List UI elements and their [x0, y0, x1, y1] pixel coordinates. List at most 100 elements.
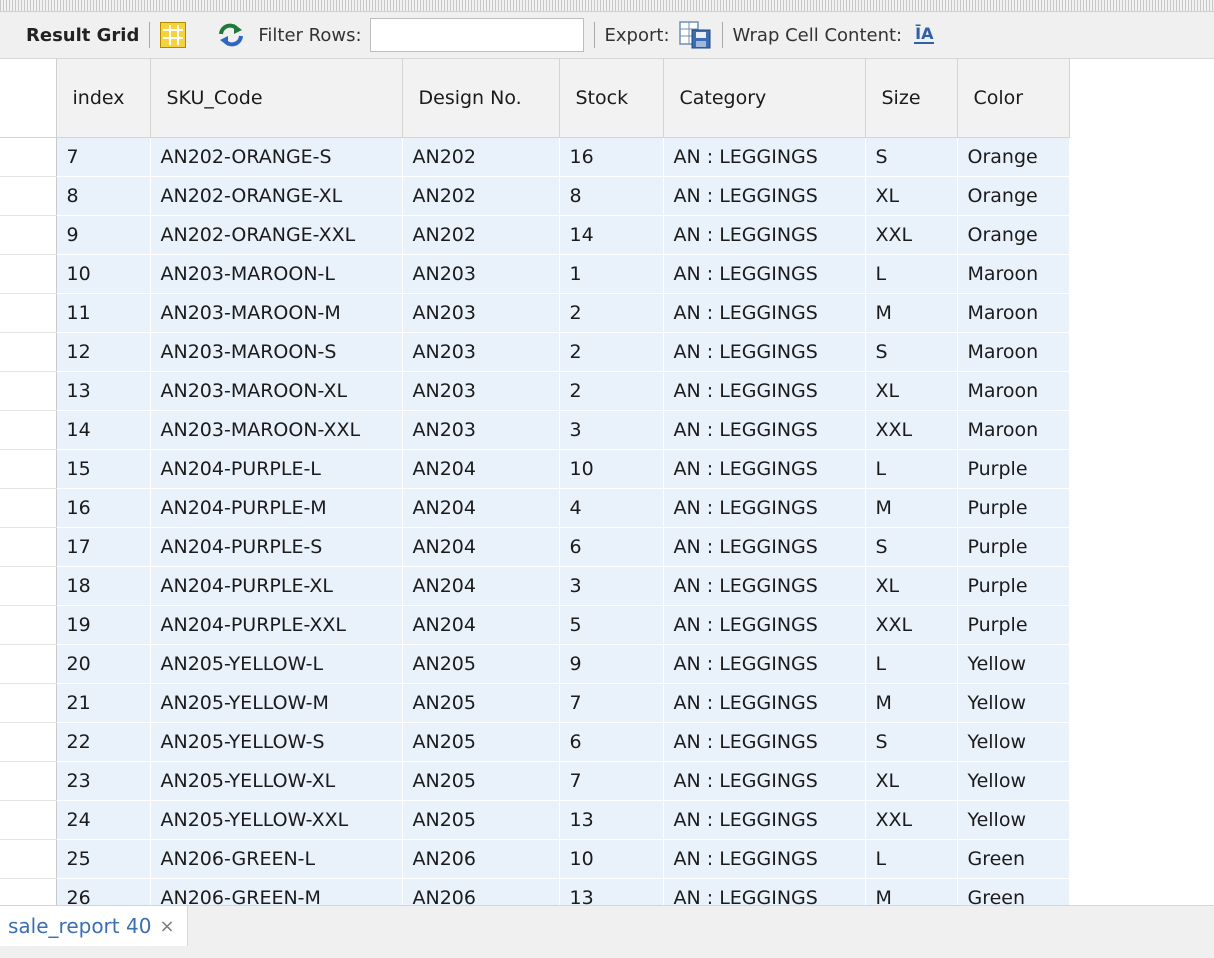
table-row[interactable]: 18 AN204-PURPLE-XL AN204 3 AN : LEGGINGS XL Pu… [0, 566, 1070, 606]
row-gutter[interactable] [0, 293, 57, 333]
cell-index[interactable]: 15 [56, 449, 151, 489]
column-header-index[interactable]: index [56, 59, 151, 138]
row-gutter[interactable] [0, 566, 57, 606]
cell-sku-code[interactable]: AN205-YELLOW-S [150, 722, 403, 762]
cell-category[interactable]: AN : LEGGINGS [663, 176, 866, 216]
cell-design-no[interactable]: AN203 [402, 410, 560, 450]
cell-sku-code[interactable]: AN205-YELLOW-M [150, 683, 403, 723]
table-row[interactable]: 22 AN205-YELLOW-S AN205 6 AN : LEGGINGS S Yell… [0, 722, 1070, 762]
cell-category[interactable]: AN : LEGGINGS [663, 293, 866, 333]
result-grid[interactable]: index SKU_Code Design No. Stock Category… [0, 59, 1214, 905]
table-row[interactable]: 8 AN202-ORANGE-XL AN202 8 AN : LEGGINGS XL Ora… [0, 176, 1070, 216]
cell-color[interactable]: Maroon [957, 254, 1070, 294]
cell-index[interactable]: 20 [56, 644, 151, 684]
cell-index[interactable]: 26 [56, 878, 151, 905]
cell-index[interactable]: 12 [56, 332, 151, 372]
cell-sku-code[interactable]: AN203-MAROON-M [150, 293, 403, 333]
filter-rows-input[interactable] [369, 18, 584, 52]
cell-size[interactable]: S [865, 137, 958, 177]
close-icon[interactable]: × [159, 916, 174, 937]
row-gutter[interactable] [0, 527, 57, 567]
row-gutter[interactable] [0, 800, 57, 840]
cell-category[interactable]: AN : LEGGINGS [663, 449, 866, 489]
cell-index[interactable]: 22 [56, 722, 151, 762]
cell-design-no[interactable]: AN206 [402, 839, 560, 879]
cell-category[interactable]: AN : LEGGINGS [663, 215, 866, 255]
cell-design-no[interactable]: AN205 [402, 644, 560, 684]
cell-stock[interactable]: 16 [559, 137, 664, 177]
cell-size[interactable]: L [865, 839, 958, 879]
row-gutter[interactable] [0, 722, 57, 762]
cell-category[interactable]: AN : LEGGINGS [663, 683, 866, 723]
cell-category[interactable]: AN : LEGGINGS [663, 371, 866, 411]
row-gutter[interactable] [0, 605, 57, 645]
row-gutter[interactable] [0, 683, 57, 723]
wrap-cell-content-icon[interactable]: ĪA [914, 26, 935, 44]
cell-design-no[interactable]: AN202 [402, 137, 560, 177]
cell-size[interactable]: L [865, 254, 958, 294]
cell-color[interactable]: Maroon [957, 410, 1070, 450]
table-row[interactable]: 14 AN203-MAROON-XXL AN203 3 AN : LEGGINGS XXL… [0, 410, 1070, 450]
cell-sku-code[interactable]: AN202-ORANGE-S [150, 137, 403, 177]
cell-size[interactable]: XXL [865, 215, 958, 255]
cell-sku-code[interactable]: AN205-YELLOW-XXL [150, 800, 403, 840]
table-row[interactable]: 17 AN204-PURPLE-S AN204 6 AN : LEGGINGS S Purp… [0, 527, 1070, 567]
cell-stock[interactable]: 3 [559, 566, 664, 606]
cell-stock[interactable]: 13 [559, 878, 664, 905]
row-gutter[interactable] [0, 839, 57, 879]
cell-category[interactable]: AN : LEGGINGS [663, 527, 866, 567]
table-row[interactable]: 25 AN206-GREEN-L AN206 10 AN : LEGGINGS L Gree… [0, 839, 1070, 879]
column-header-design-no[interactable]: Design No. [402, 59, 560, 138]
cell-size[interactable]: XXL [865, 410, 958, 450]
cell-size[interactable]: S [865, 332, 958, 372]
cell-design-no[interactable]: AN205 [402, 683, 560, 723]
cell-color[interactable]: Purple [957, 488, 1070, 528]
cell-index[interactable]: 18 [56, 566, 151, 606]
cell-design-no[interactable]: AN202 [402, 176, 560, 216]
cell-size[interactable]: M [865, 293, 958, 333]
cell-size[interactable]: XL [865, 371, 958, 411]
table-row[interactable]: 20 AN205-YELLOW-L AN205 9 AN : LEGGINGS L Yell… [0, 644, 1070, 684]
cell-sku-code[interactable]: AN203-MAROON-S [150, 332, 403, 372]
cell-category[interactable]: AN : LEGGINGS [663, 839, 866, 879]
cell-category[interactable]: AN : LEGGINGS [663, 254, 866, 294]
cell-design-no[interactable]: AN205 [402, 800, 560, 840]
cell-index[interactable]: 14 [56, 410, 151, 450]
table-row[interactable]: 12 AN203-MAROON-S AN203 2 AN : LEGGINGS S Maro… [0, 332, 1070, 372]
cell-sku-code[interactable]: AN204-PURPLE-XL [150, 566, 403, 606]
row-gutter[interactable] [0, 254, 57, 294]
cell-stock[interactable]: 13 [559, 800, 664, 840]
cell-size[interactable]: XXL [865, 605, 958, 645]
column-header-color[interactable]: Color [957, 59, 1070, 138]
cell-color[interactable]: Orange [957, 137, 1070, 177]
result-grid-label[interactable]: Result Grid [26, 25, 139, 46]
cell-color[interactable]: Green [957, 878, 1070, 905]
cell-index[interactable]: 16 [56, 488, 151, 528]
cell-stock[interactable]: 7 [559, 683, 664, 723]
row-gutter[interactable] [0, 371, 57, 411]
cell-sku-code[interactable]: AN203-MAROON-XL [150, 371, 403, 411]
cell-design-no[interactable]: AN203 [402, 254, 560, 294]
cell-size[interactable]: M [865, 878, 958, 905]
cell-design-no[interactable]: AN204 [402, 527, 560, 567]
cell-index[interactable]: 10 [56, 254, 151, 294]
cell-design-no[interactable]: AN206 [402, 878, 560, 905]
table-row[interactable]: 7 AN202-ORANGE-S AN202 16 AN : LEGGINGS S Oran… [0, 137, 1070, 177]
cell-design-no[interactable]: AN202 [402, 215, 560, 255]
cell-category[interactable]: AN : LEGGINGS [663, 761, 866, 801]
cell-stock[interactable]: 4 [559, 488, 664, 528]
cell-index[interactable]: 23 [56, 761, 151, 801]
table-row[interactable]: 24 AN205-YELLOW-XXL AN205 13 AN : LEGGINGS XX… [0, 800, 1070, 840]
table-row[interactable]: 21 AN205-YELLOW-M AN205 7 AN : LEGGINGS M Yell… [0, 683, 1070, 723]
cell-design-no[interactable]: AN204 [402, 605, 560, 645]
cell-sku-code[interactable]: AN205-YELLOW-L [150, 644, 403, 684]
cell-stock[interactable]: 8 [559, 176, 664, 216]
cell-sku-code[interactable]: AN206-GREEN-L [150, 839, 403, 879]
table-row[interactable]: 9 AN202-ORANGE-XXL AN202 14 AN : LEGGINGS XXL… [0, 215, 1070, 255]
cell-category[interactable]: AN : LEGGINGS [663, 878, 866, 905]
cell-index[interactable]: 11 [56, 293, 151, 333]
cell-stock[interactable]: 1 [559, 254, 664, 294]
row-gutter[interactable] [0, 215, 57, 255]
cell-index[interactable]: 8 [56, 176, 151, 216]
table-row[interactable]: 10 AN203-MAROON-L AN203 1 AN : LEGGINGS L Maro… [0, 254, 1070, 294]
